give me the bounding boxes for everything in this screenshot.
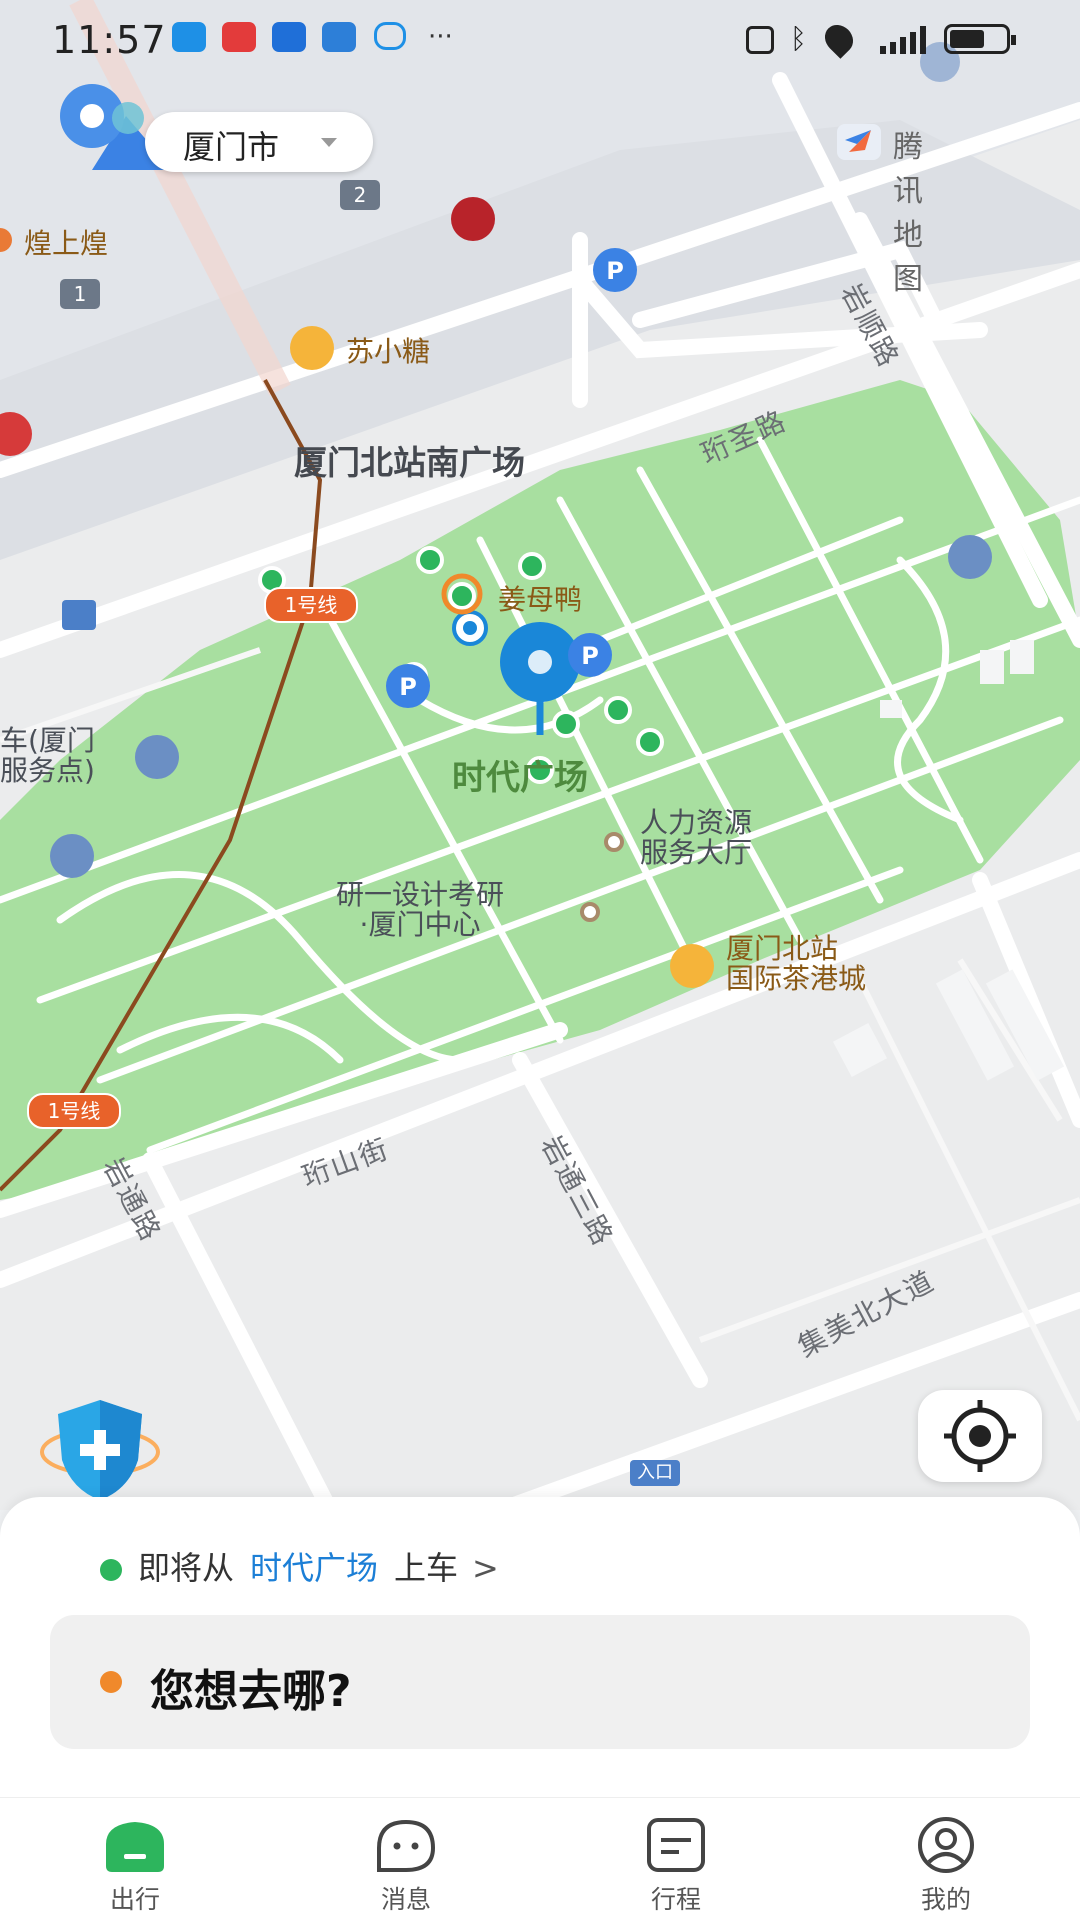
travel-notification-icon [322, 22, 356, 52]
nfc-icon [746, 26, 774, 54]
tencent-map-logo: 腾讯地图 [835, 120, 923, 297]
status-bar: 11:57 ··· ᛒ [0, 0, 1080, 80]
tencent-map-icon [837, 124, 881, 160]
poi-tea-city-line2: 国际茶港城 [726, 962, 867, 995]
poi-hr-hall-line1: 人力资源 [640, 806, 753, 839]
crosshair-icon [944, 1400, 1016, 1472]
svg-text:P: P [581, 642, 599, 670]
more-notifications: ··· [428, 22, 453, 52]
bottom-tab-bar: 出行 消息 行程 我的 [0, 1797, 1080, 1921]
signal-icon [870, 24, 932, 54]
shield-icon [38, 1400, 184, 1510]
poi-hr-hall-line2: 服务大厅 [640, 836, 753, 869]
city-selector-button[interactable]: 厦门市 [145, 112, 373, 172]
bluetooth-icon: ᛒ [790, 22, 807, 55]
itinerary-icon [647, 1818, 705, 1872]
svg-text:P: P [606, 257, 624, 285]
poi-tea-city[interactable]: 厦门北站 国际茶港城 [726, 934, 866, 994]
tab-travel[interactable]: 出行 [65, 1816, 205, 1916]
poi-hr-hall[interactable]: 人力资源 服务大厅 [640, 808, 752, 868]
tab-messages-label: 消息 [380, 1885, 431, 1914]
metro-badge: 1号线 [27, 1093, 121, 1129]
poi-shidai-guangchang[interactable]: 时代广场 [452, 750, 588, 799]
pickup-row[interactable]: 即将从 时代广场 上车 > [100, 1543, 499, 1589]
tab-itinerary-label: 行程 [650, 1885, 701, 1914]
profile-icon [918, 1817, 974, 1873]
exit-badge: 2 [340, 180, 380, 210]
chat-notification-icon [374, 22, 406, 50]
caret-down-icon [321, 138, 337, 147]
poi-car-service[interactable]: 车(厦门 服务点) [0, 726, 95, 786]
poi-suxiaotang[interactable]: 苏小糖 [346, 330, 430, 370]
car-icon [106, 1822, 164, 1872]
post-office-icon [62, 600, 96, 630]
tencent-map-label: 腾讯地图 [893, 130, 923, 297]
tab-profile-label: 我的 [920, 1885, 971, 1914]
pickup-dot-icon [100, 1559, 122, 1581]
poi-tea-city-line1: 厦门北站 [726, 932, 839, 965]
safety-center-button[interactable] [38, 1390, 188, 1510]
pickup-suffix: 上车 [394, 1549, 459, 1587]
tab-travel-label: 出行 [109, 1885, 160, 1914]
chevron-right-icon: > [472, 1549, 499, 1587]
pickup-prefix: 即将从 [138, 1549, 235, 1587]
destination-dot-icon [100, 1671, 122, 1693]
poi-jiangmuya[interactable]: 姜母鸭 [498, 578, 582, 618]
city-selector-label: 厦门市 [183, 128, 280, 166]
tab-itinerary[interactable]: 行程 [606, 1816, 746, 1916]
car-service-icon [135, 735, 179, 779]
message-icon [377, 1819, 436, 1872]
destination-placeholder: 您想去哪? [150, 1666, 352, 1717]
pickup-place[interactable]: 时代广场 [250, 1549, 378, 1587]
app-notification-icon [272, 22, 306, 52]
poi-yanyi-line2: ·厦门中心 [359, 908, 481, 941]
message-notification-icon [172, 22, 206, 52]
poi-yanyi-line1: 研一设计考研 [336, 878, 505, 911]
mail-notification-icon [222, 22, 256, 52]
poi-huangshanghuang[interactable]: 煌上煌 [24, 222, 108, 262]
status-time: 11:57 [52, 18, 167, 62]
svg-text:P: P [399, 673, 417, 701]
battery-icon [944, 24, 1016, 54]
metro-badge: 1号线 [264, 587, 358, 623]
tab-messages[interactable]: 消息 [336, 1816, 476, 1916]
trip-sheet: 即将从 时代广场 上车 > 您想去哪? [0, 1497, 1080, 1797]
tab-profile[interactable]: 我的 [876, 1816, 1016, 1916]
entrance-badge: 入口 [630, 1460, 680, 1486]
poi-yanyi[interactable]: 研一设计考研 ·厦门中心 [336, 880, 504, 940]
location-status-icon [819, 19, 859, 59]
kfc-icon[interactable] [451, 197, 495, 241]
exit-badge: 1 [60, 279, 100, 309]
poi-car-service-line1: 车(厦门 [0, 724, 95, 757]
destination-input[interactable]: 您想去哪? [50, 1615, 1030, 1749]
area-title: 厦门北站南广场 [294, 443, 525, 482]
poi-car-service-line2: 服务点) [0, 754, 95, 787]
locate-me-button[interactable] [918, 1390, 1042, 1482]
